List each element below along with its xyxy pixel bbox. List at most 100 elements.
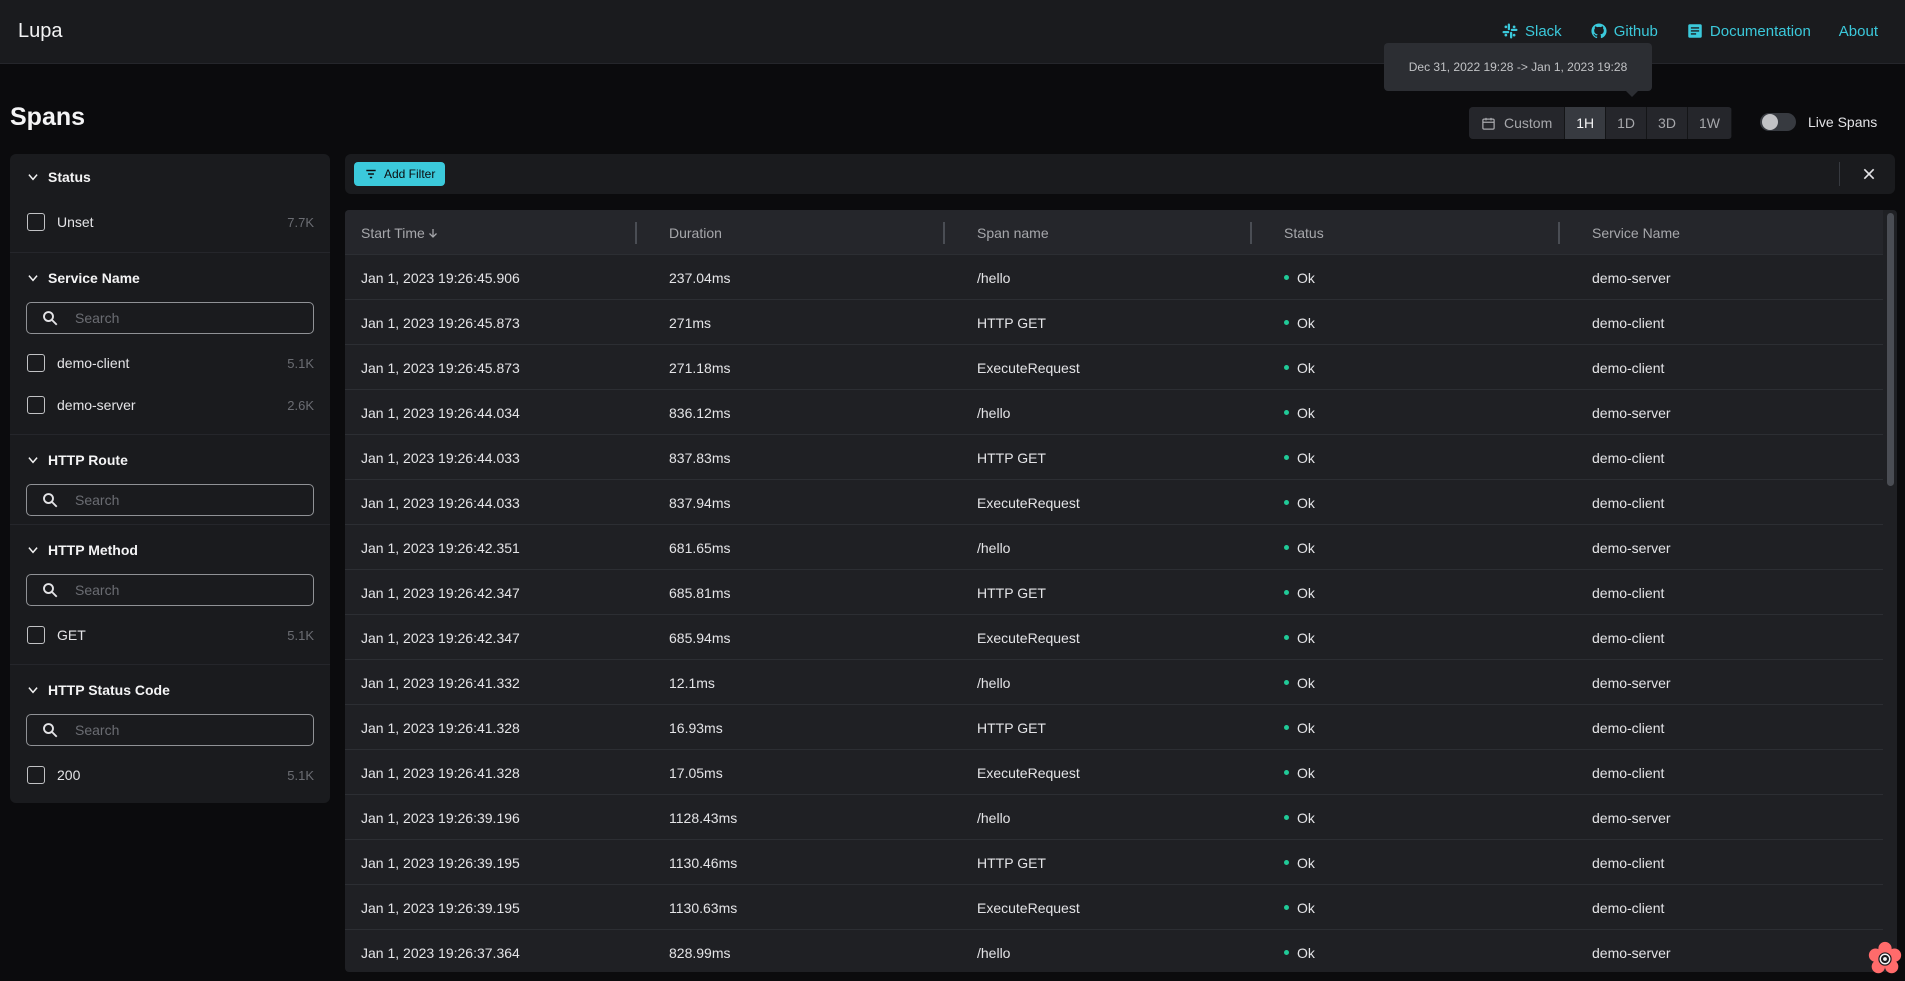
cell-span-name: /hello xyxy=(977,269,1011,286)
checkbox[interactable] xyxy=(27,626,45,644)
http-method-search xyxy=(26,574,314,606)
table-row[interactable]: Jan 1, 2023 19:26:45.873 271ms HTTP GET Ok d… xyxy=(345,300,1883,345)
cell-span-name: /hello xyxy=(977,539,1011,556)
cell-duration: 836.12ms xyxy=(669,404,731,421)
filter-option-demo-client: demo-client 5.1K xyxy=(27,353,314,373)
table-row[interactable]: Jan 1, 2023 19:26:41.332 12.1ms/hello Ok de… xyxy=(345,660,1883,705)
chevron-down-icon xyxy=(28,457,38,464)
cell-service-name: demo-server xyxy=(1592,269,1671,286)
table-row[interactable]: Jan 1, 2023 19:26:44.033 837.94ms ExecuteR… xyxy=(345,480,1883,525)
cell-duration: 681.65ms xyxy=(669,539,731,556)
cell-duration: 685.81ms xyxy=(669,584,731,601)
status-text: Ok xyxy=(1297,764,1315,781)
section-http-method-header[interactable]: HTTP Method xyxy=(26,542,138,558)
range-option-1h[interactable]: 1H xyxy=(1565,107,1607,139)
search-icon xyxy=(43,723,58,738)
cell-status: Ok xyxy=(1284,570,1315,615)
checkbox[interactable] xyxy=(27,766,45,784)
cell-duration: 16.93ms xyxy=(669,719,723,736)
checkbox[interactable] xyxy=(27,213,45,231)
section-status-header[interactable]: Status xyxy=(26,169,91,185)
range-option-1d[interactable]: 1D xyxy=(1606,107,1648,139)
filter-option-demo-server: demo-server 2.6K xyxy=(27,395,314,415)
cell-start-time: Jan 1, 2023 19:26:45.873 xyxy=(361,314,520,331)
column-resize-handle[interactable] xyxy=(943,222,945,244)
column-header-service-name[interactable]: Service Name xyxy=(1592,210,1680,255)
table-row[interactable]: Jan 1, 2023 19:26:45.906 237.04ms/hello Ok… xyxy=(345,255,1883,300)
table-row[interactable]: Jan 1, 2023 19:26:42.351 681.65ms/hello Ok… xyxy=(345,525,1883,570)
status-dot-icon xyxy=(1284,770,1289,775)
table-row[interactable]: Jan 1, 2023 19:26:42.347 685.81ms HTTP GET… xyxy=(345,570,1883,615)
nav-slack-label: Slack xyxy=(1525,22,1562,40)
cell-duration: 237.04ms xyxy=(669,269,731,286)
nav-slack-link[interactable]: Slack xyxy=(1501,22,1562,40)
toggle-knob xyxy=(1762,114,1778,130)
status-dot-icon xyxy=(1284,635,1289,640)
nav-documentation-link[interactable]: Documentation xyxy=(1686,22,1811,40)
column-header-status[interactable]: Status xyxy=(1284,210,1324,255)
range-option-3d[interactable]: 3D xyxy=(1647,107,1688,139)
cell-status: Ok xyxy=(1284,930,1315,972)
status-dot-icon xyxy=(1284,365,1289,370)
flower-logo-icon[interactable] xyxy=(1866,940,1904,978)
column-resize-handle[interactable] xyxy=(1558,222,1560,244)
cell-span-name: HTTP GET xyxy=(977,854,1046,871)
cell-start-time: Jan 1, 2023 19:26:39.196 xyxy=(361,809,520,826)
status-text: Ok xyxy=(1297,314,1315,331)
cell-start-time: Jan 1, 2023 19:26:44.033 xyxy=(361,494,520,511)
custom-range-button[interactable]: Custom xyxy=(1469,107,1566,139)
table-scrollbar[interactable] xyxy=(1887,213,1894,486)
app-logo-text[interactable]: Lupa xyxy=(18,20,63,43)
section-http-status-header[interactable]: HTTP Status Code xyxy=(26,682,170,698)
http-method-search-input[interactable] xyxy=(75,582,295,598)
column-resize-handle[interactable] xyxy=(1250,222,1252,244)
service-name-search-input[interactable] xyxy=(75,310,295,326)
table-row[interactable]: Jan 1, 2023 19:26:42.347 685.94ms ExecuteR… xyxy=(345,615,1883,660)
option-label: 200 xyxy=(57,767,81,783)
nav-about-link[interactable]: About xyxy=(1839,23,1878,40)
section-service-name-header[interactable]: Service Name xyxy=(26,270,140,286)
column-header-start-time[interactable]: Start Time xyxy=(361,210,439,255)
cell-duration: 837.83ms xyxy=(669,449,731,466)
cell-start-time: Jan 1, 2023 19:26:42.347 xyxy=(361,584,520,601)
section-http-route-header[interactable]: HTTP Route xyxy=(26,452,128,468)
table-row[interactable]: Jan 1, 2023 19:26:39.196 1128.43ms/hello O… xyxy=(345,795,1883,840)
table-row[interactable]: Jan 1, 2023 19:26:44.034 836.12ms/hello Ok… xyxy=(345,390,1883,435)
cell-status: Ok xyxy=(1284,480,1315,525)
table-row[interactable]: Jan 1, 2023 19:26:41.328 17.05ms ExecuteRe… xyxy=(345,750,1883,795)
column-header-duration[interactable]: Duration xyxy=(669,210,722,255)
cell-start-time: Jan 1, 2023 19:26:37.364 xyxy=(361,944,520,961)
cell-duration: 1130.46ms xyxy=(669,854,738,871)
status-text: Ok xyxy=(1297,944,1315,961)
column-header-span-name[interactable]: Span name xyxy=(977,210,1049,255)
http-status-search-input[interactable] xyxy=(75,722,295,738)
search-icon xyxy=(43,583,58,598)
nav-github-link[interactable]: Github xyxy=(1590,22,1658,40)
table-row[interactable]: Jan 1, 2023 19:26:39.195 1130.63ms Execute… xyxy=(345,885,1883,930)
slack-icon xyxy=(1502,23,1518,39)
http-route-search-input[interactable] xyxy=(75,492,295,508)
cell-duration: 271ms xyxy=(669,314,712,331)
option-label: demo-client xyxy=(57,355,130,371)
table-row[interactable]: Jan 1, 2023 19:26:37.364 828.99ms/hello Ok… xyxy=(345,930,1883,972)
table-row[interactable]: Jan 1, 2023 19:26:39.195 1130.46ms HTTP GE… xyxy=(345,840,1883,885)
add-filter-button[interactable]: Add Filter xyxy=(354,162,446,186)
cell-service-name: demo-client xyxy=(1592,584,1665,601)
range-option-1w[interactable]: 1W xyxy=(1687,107,1732,139)
checkbox[interactable] xyxy=(27,396,45,414)
cell-start-time: Jan 1, 2023 19:26:45.873 xyxy=(361,359,520,376)
table-row[interactable]: Jan 1, 2023 19:26:41.328 16.93ms HTTP GET O… xyxy=(345,705,1883,750)
column-resize-handle[interactable] xyxy=(635,222,637,244)
cell-status: Ok xyxy=(1284,615,1315,660)
cell-service-name: demo-server xyxy=(1592,539,1671,556)
divider xyxy=(10,524,330,525)
table-row[interactable]: Jan 1, 2023 19:26:44.033 837.83ms HTTP GET… xyxy=(345,435,1883,480)
close-icon[interactable] xyxy=(1861,166,1877,182)
status-dot-icon xyxy=(1284,500,1289,505)
live-spans-toggle[interactable] xyxy=(1760,113,1796,131)
checkbox[interactable] xyxy=(27,354,45,372)
cell-status: Ok xyxy=(1284,750,1315,795)
table-row[interactable]: Jan 1, 2023 19:26:45.873 271.18ms ExecuteR… xyxy=(345,345,1883,390)
cell-service-name: demo-client xyxy=(1592,314,1665,331)
time-range-tooltip: Dec 31, 2022 19:28 -> Jan 1, 2023 19:28 xyxy=(1384,43,1652,97)
